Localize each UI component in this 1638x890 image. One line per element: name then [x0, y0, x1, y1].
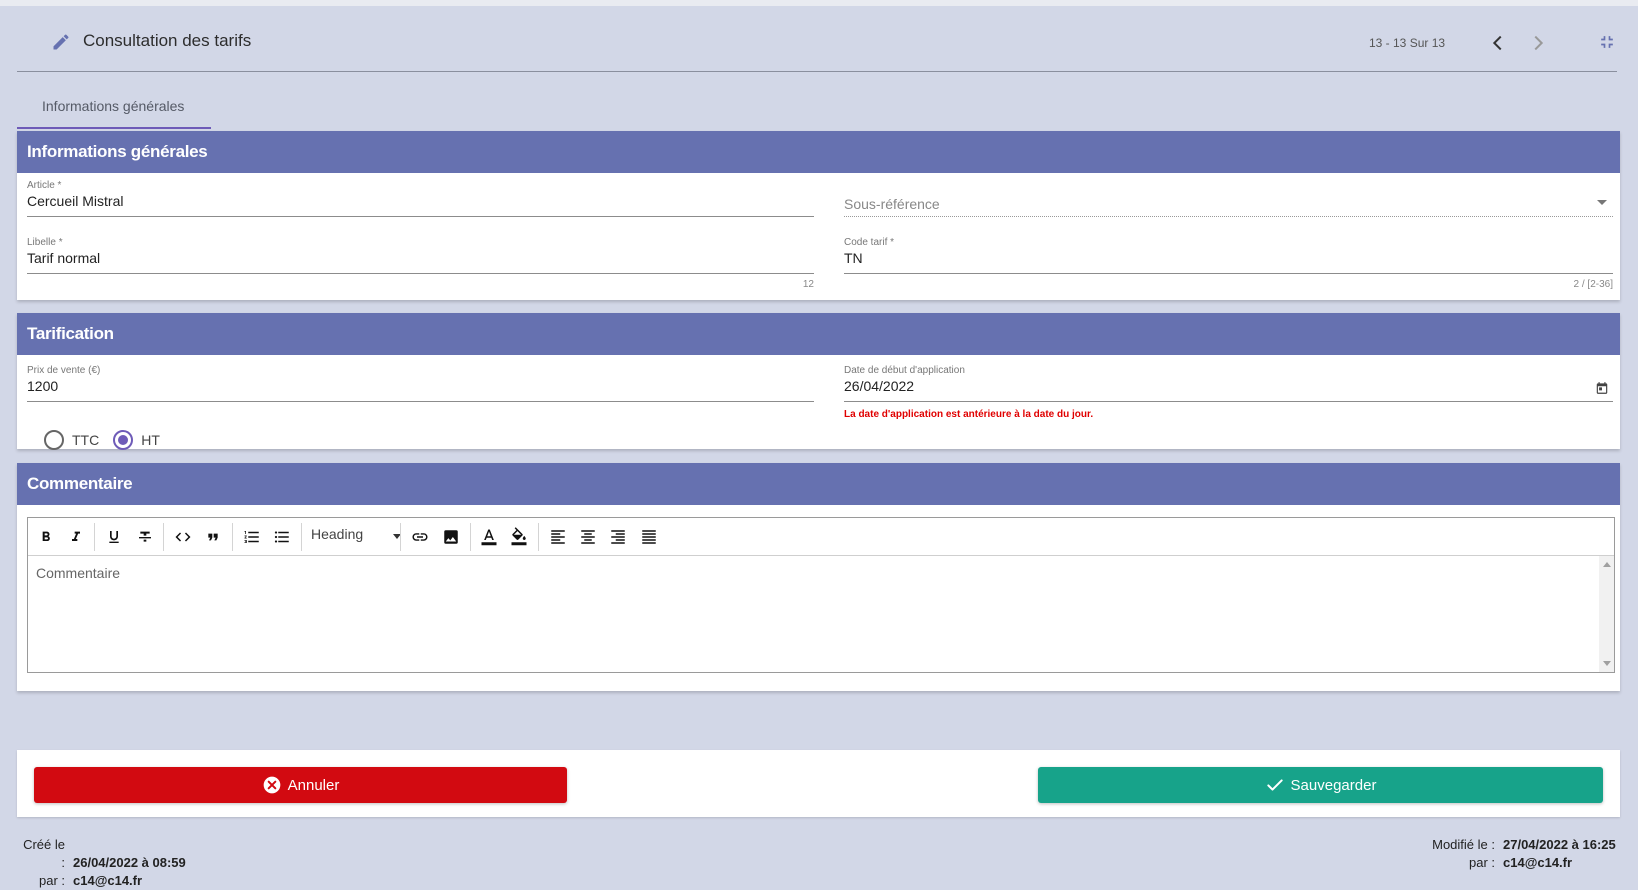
page-title: Consultation des tarifs — [83, 31, 252, 50]
cancel-button-label: Annuler — [287, 776, 340, 794]
modified-by-value: c14@c14.fr — [1503, 855, 1573, 870]
ordered-list-icon[interactable] — [242, 527, 262, 547]
dropdown-caret-icon — [1597, 200, 1607, 205]
strikethrough-icon[interactable] — [135, 527, 155, 547]
code-icon[interactable] — [173, 527, 193, 547]
italic-icon[interactable] — [66, 527, 86, 547]
save-button-label: Sauvegarder — [1290, 776, 1377, 794]
created-meta: Créé le : 26/04/2022 à 08:59 par : c14@c14… — [17, 836, 186, 890]
section-commentaire: Commentaire Heading Commentaire — [17, 463, 1620, 691]
article-label: Article * — [27, 180, 62, 191]
calendar-icon[interactable] — [1595, 381, 1609, 395]
quote-icon[interactable] — [203, 527, 223, 547]
toolbar-divider — [163, 523, 164, 551]
modified-value: 27/04/2022 à 16:25 — [1503, 837, 1616, 852]
radio-ht[interactable] — [113, 430, 134, 450]
chevron-left-icon[interactable] — [1487, 32, 1509, 54]
page-header: Consultation des tarifs 13 - 13 Sur 13 — [17, 14, 1617, 72]
field-underline — [844, 216, 1613, 217]
fill-color-icon[interactable] — [509, 527, 529, 547]
modified-label: Modifié le : — [1432, 837, 1495, 852]
heading-select-value: Heading — [311, 526, 364, 542]
link-icon[interactable] — [410, 527, 430, 547]
scroll-down-icon[interactable] — [1603, 661, 1611, 666]
heading-select[interactable]: Heading — [311, 526, 401, 548]
created-value: 26/04/2022 à 08:59 — [73, 855, 186, 870]
section-title: Commentaire — [17, 463, 1620, 505]
radio-ttc-label: TTC — [72, 432, 100, 448]
toolbar-divider — [94, 523, 95, 551]
field-underline — [27, 273, 814, 274]
cancel-button[interactable]: Annuler — [34, 767, 567, 803]
section-tarification: Tarification Prix de vente (€) 1200 Date… — [17, 313, 1620, 450]
bold-icon[interactable] — [36, 527, 56, 547]
scroll-up-icon[interactable] — [1603, 562, 1611, 567]
field-underline — [27, 401, 814, 402]
field-underline — [27, 216, 814, 217]
toolbar-divider — [538, 523, 539, 551]
rich-text-editor: Heading Commentaire — [27, 517, 1615, 673]
article-value: Cercueil Mistral — [27, 193, 124, 209]
align-left-icon[interactable] — [548, 527, 568, 547]
date-label: Date de début d'application — [844, 365, 965, 376]
section-title: Tarification — [17, 313, 1620, 355]
modified-by-label: par : — [1468, 855, 1495, 870]
sous-reference-select[interactable]: Sous-référence — [844, 180, 1613, 217]
align-right-icon[interactable] — [608, 527, 628, 547]
radio-ht-label: HT — [141, 432, 160, 448]
code-tarif-field[interactable]: Code tarif * TN — [844, 237, 1613, 274]
collapse-icon[interactable] — [1597, 32, 1617, 52]
text-color-icon[interactable] — [479, 527, 499, 547]
editor-toolbar: Heading — [28, 518, 1614, 556]
radio-ttc[interactable] — [44, 430, 64, 450]
toolbar-divider — [232, 523, 233, 551]
field-underline — [844, 401, 1613, 402]
record-pager: 13 - 13 Sur 13 — [1369, 36, 1446, 50]
action-bar: Annuler Sauvegarder — [17, 750, 1620, 817]
toolbar-divider — [301, 523, 302, 551]
align-center-icon[interactable] — [578, 527, 598, 547]
cancel-circle-icon — [262, 775, 282, 795]
comment-textarea[interactable]: Commentaire — [28, 556, 1600, 672]
article-field[interactable]: Article * Cercueil Mistral — [27, 180, 814, 217]
libelle-value: Tarif normal — [27, 250, 101, 266]
code-tarif-counter: 2 / [2-36] — [1573, 279, 1613, 290]
libelle-field[interactable]: Libelle * Tarif normal — [27, 237, 814, 274]
prix-field[interactable]: Prix de vente (€) 1200 — [27, 365, 814, 402]
prix-label: Prix de vente (€) — [27, 365, 101, 376]
sous-reference-placeholder: Sous-référence — [844, 196, 940, 212]
date-value: 26/04/2022 — [844, 378, 915, 394]
pencil-icon — [53, 34, 69, 50]
toolbar-divider — [400, 523, 401, 551]
section-informations-generales: Informations générales Article * Cercuei… — [17, 131, 1620, 300]
libelle-counter: 12 — [802, 279, 814, 290]
save-button[interactable]: Sauvegarder — [1038, 767, 1603, 803]
created-label: Créé le : — [23, 837, 65, 870]
date-error-message: La date d'application est antérieure à l… — [844, 409, 1094, 420]
field-underline — [844, 273, 1613, 274]
check-icon — [1265, 775, 1285, 795]
top-strip — [0, 0, 1638, 6]
created-by-label: par : — [38, 873, 65, 888]
date-field[interactable]: Date de début d'application 26/04/2022 — [844, 365, 1613, 402]
prix-value: 1200 — [27, 378, 59, 394]
underline-icon[interactable] — [104, 527, 124, 547]
libelle-label: Libelle * — [27, 237, 63, 248]
tax-mode-radio-group: TTC HT — [44, 430, 160, 450]
toolbar-divider — [470, 523, 471, 551]
created-by-value: c14@c14.fr — [73, 873, 143, 888]
section-title: Informations générales — [17, 131, 1620, 173]
chevron-right-icon[interactable] — [1527, 32, 1549, 54]
code-tarif-label: Code tarif * — [844, 237, 895, 248]
tab-active-indicator — [17, 127, 211, 129]
code-tarif-value: TN — [844, 250, 863, 266]
modified-meta: Modifié le : 27/04/2022 à 16:25 par : c14@… — [1424, 836, 1616, 872]
bullet-list-icon[interactable] — [272, 527, 292, 547]
tab-informations-generales[interactable]: Informations générales — [17, 85, 211, 129]
image-icon[interactable] — [441, 527, 461, 547]
editor-scrollbar[interactable] — [1599, 556, 1614, 672]
tab-label: Informations générales — [42, 98, 185, 114]
align-justify-icon[interactable] — [639, 527, 659, 547]
